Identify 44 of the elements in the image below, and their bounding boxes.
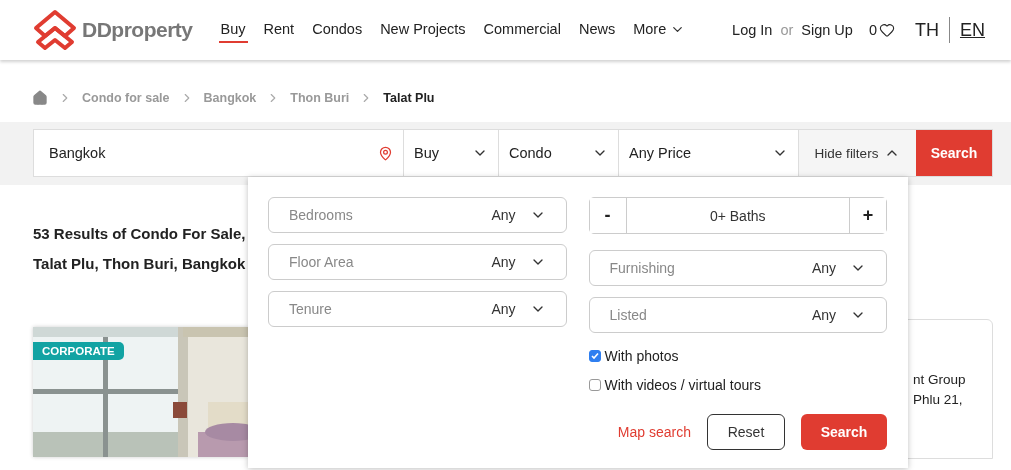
filter-dropdown[interactable]: Tenure Any <box>268 291 567 327</box>
nav-link[interactable]: Commercial <box>481 17 563 43</box>
login-link[interactable]: Log In <box>732 22 773 38</box>
logo-icon <box>32 9 78 51</box>
language-link[interactable]: EN <box>958 19 987 41</box>
signup-link[interactable]: Sign Up <box>801 22 853 38</box>
baths-value: 0+ Baths <box>708 206 767 226</box>
nav-link[interactable]: Rent <box>261 17 297 43</box>
checkbox-label: With videos / virtual tours <box>604 376 761 393</box>
listing-text: Phlu 21, <box>913 391 964 409</box>
search-button[interactable]: Search <box>801 414 887 450</box>
map-pin-icon <box>378 145 393 161</box>
filter-dropdown[interactable]: Furnishing Any <box>588 250 887 286</box>
nav-link[interactable]: More <box>631 17 688 43</box>
nav-link[interactable]: Condos <box>310 17 365 43</box>
select-dropdown[interactable]: Condo <box>499 130 619 176</box>
corporate-badge: CORPORATE <box>33 342 124 360</box>
filter-dropdown[interactable]: Bedrooms Any <box>268 197 567 233</box>
hide-filters-button[interactable]: Hide filters <box>799 130 916 176</box>
search-button[interactable]: Search <box>916 130 992 176</box>
checkbox-label: With photos <box>604 347 679 364</box>
breadcrumb-link[interactable]: Talat Plu <box>383 90 435 105</box>
or-text: or <box>780 22 794 38</box>
language-link[interactable]: TH <box>913 19 941 41</box>
map-search-link[interactable]: Map search <box>617 424 691 440</box>
favorites-count: 0 <box>868 22 877 38</box>
checkbox[interactable] <box>588 349 601 362</box>
results-heading: Talat Plu, Thon Buri, Bangkok <box>33 254 246 274</box>
results-heading: 53 Results of Condo For Sale, <box>33 224 246 244</box>
reset-button[interactable]: Reset <box>707 414 785 450</box>
logo-text[interactable]: DDproperty <box>82 18 193 42</box>
filter-dropdown[interactable]: Listed Any <box>588 297 887 333</box>
filter-dropdown[interactable]: Floor Area Any <box>268 244 567 280</box>
listing-text: nt Group <box>913 371 967 389</box>
location-field[interactable]: Bangkok <box>34 130 404 176</box>
home-icon[interactable] <box>32 89 48 106</box>
nav-link[interactable]: Buy <box>218 17 248 43</box>
checkbox[interactable] <box>588 378 601 391</box>
heart-icon[interactable] <box>879 22 895 38</box>
nav-link[interactable]: News <box>576 17 618 43</box>
minus-button[interactable]: - <box>589 198 627 233</box>
select-dropdown[interactable]: Buy <box>404 130 499 176</box>
nav-link[interactable]: New Projects <box>378 17 468 43</box>
plus-button[interactable]: + <box>849 198 886 233</box>
